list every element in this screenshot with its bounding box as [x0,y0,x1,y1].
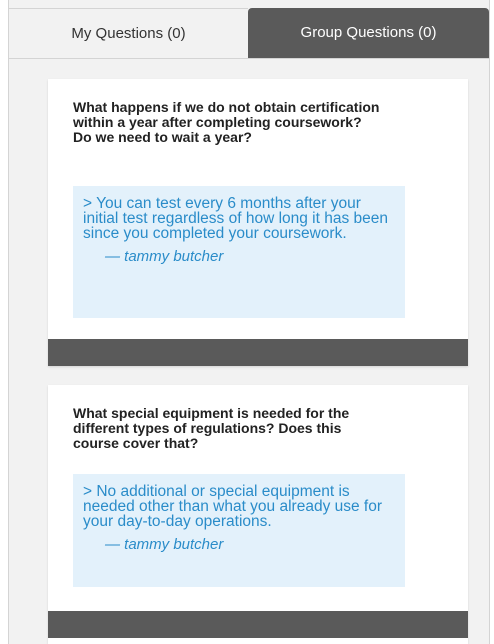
question-card: What happens if we do not obtain certifi… [48,79,468,366]
question-tabs: My Questions (0) Group Questions (0) [9,8,489,58]
card-footer-bar [48,611,468,638]
question-text: What happens if we do not obtain certifi… [73,99,380,145]
questions-panel: My Questions (0) Group Questions (0) Wha… [8,0,490,644]
tab-my-questions[interactable]: My Questions (0) [9,8,248,58]
card-footer-bar [48,339,468,366]
question-card: What special equipment is needed for the… [48,385,468,644]
answer-text: > No additional or special equipment is … [83,483,383,530]
tabs-divider [9,58,489,59]
answer-box: > No additional or special equipment is … [73,474,405,587]
answer-author: — tammy butcher [105,248,224,265]
answer-box: > You can test every 6 months after your… [73,186,405,318]
answer-author: — tammy butcher [105,536,224,553]
answer-text: > You can test every 6 months after your… [83,195,389,242]
tab-group-questions[interactable]: Group Questions (0) [248,8,489,58]
question-text: What special equipment is needed for the… [73,405,350,451]
